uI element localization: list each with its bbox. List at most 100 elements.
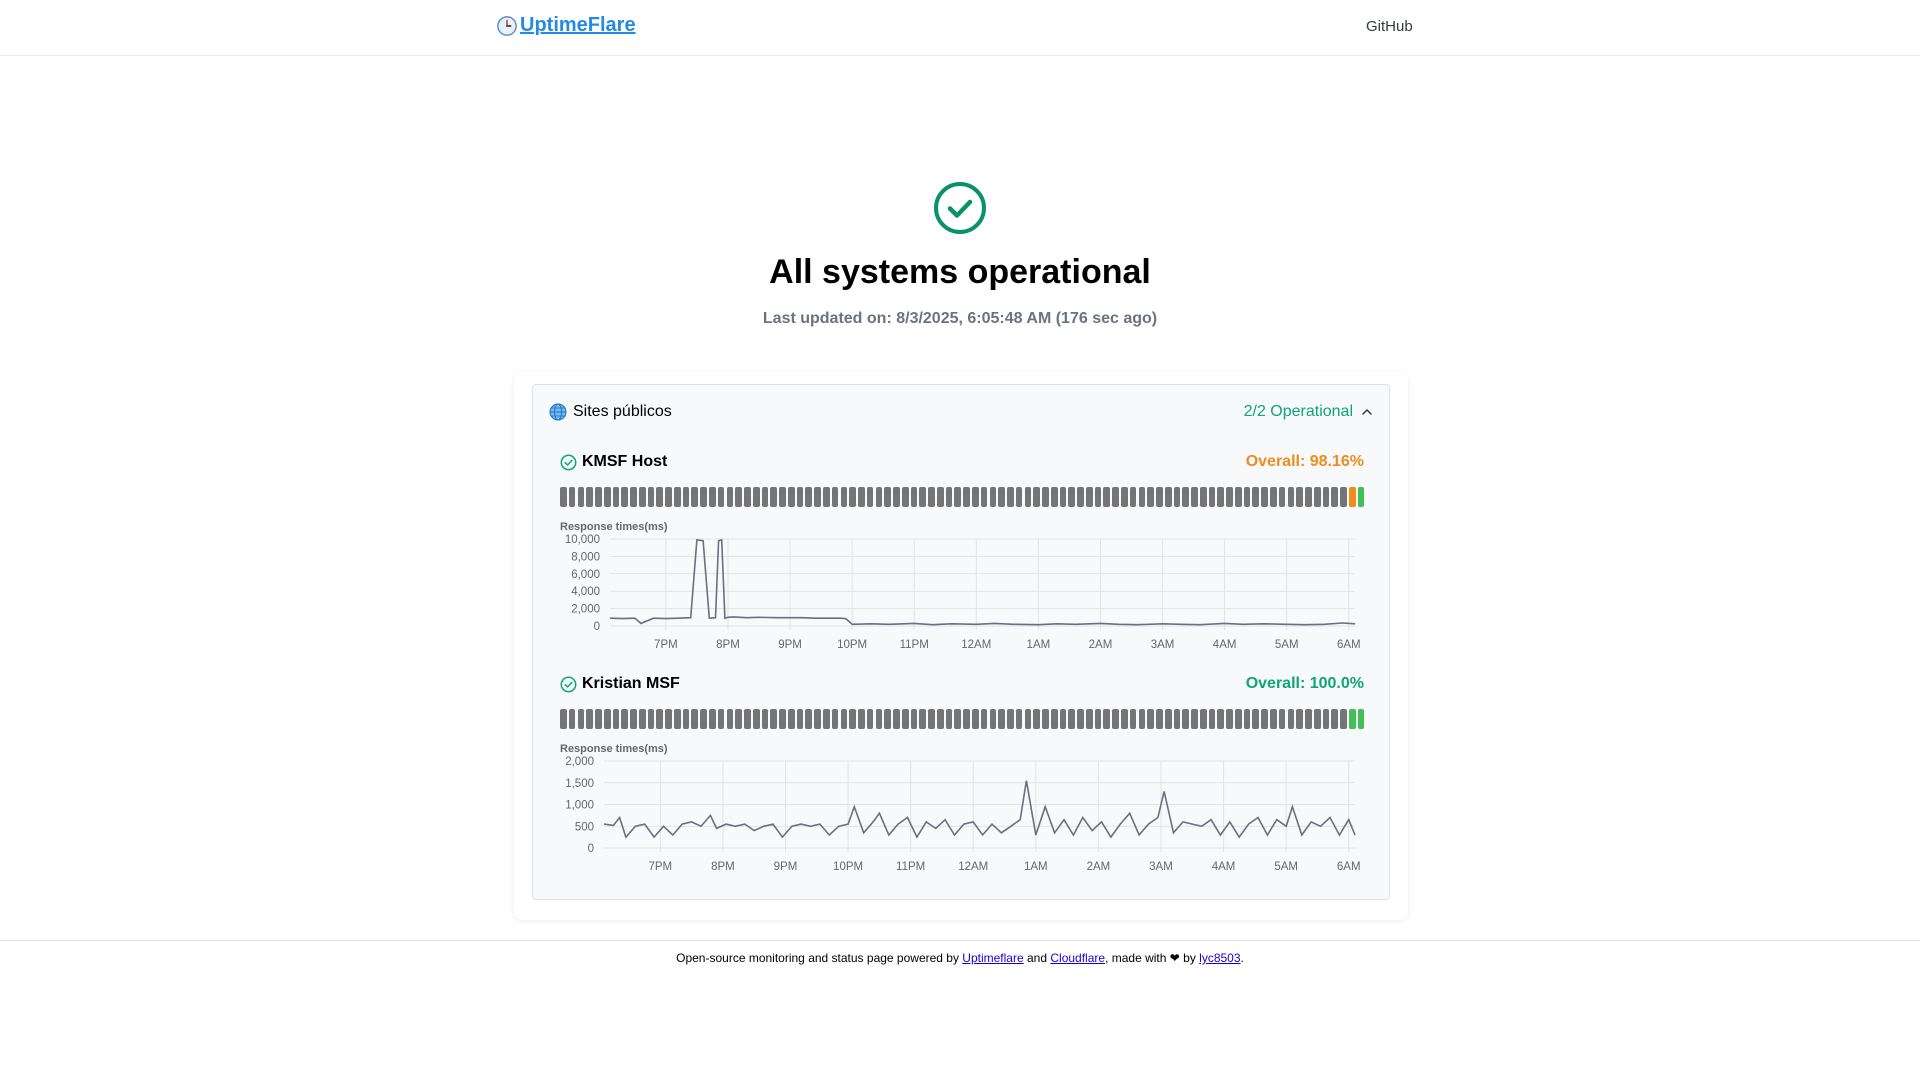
uptime-bar[interactable] [1313, 709, 1321, 729]
uptime-bar[interactable] [1191, 487, 1198, 507]
uptime-bar[interactable] [647, 709, 655, 729]
uptime-bar[interactable] [682, 709, 690, 729]
uptime-bar[interactable] [744, 487, 751, 507]
uptime-bar[interactable] [1208, 487, 1216, 507]
uptime-bar[interactable] [1007, 487, 1014, 507]
uptime-bar[interactable] [761, 709, 769, 729]
uptime-bar[interactable] [595, 487, 602, 507]
uptime-bar[interactable] [779, 487, 786, 507]
uptime-bar[interactable] [656, 487, 664, 507]
uptime-bar[interactable] [700, 709, 707, 729]
uptime-bar[interactable] [586, 709, 593, 729]
uptime-bar[interactable] [1199, 487, 1207, 507]
uptime-bar[interactable] [1261, 487, 1268, 507]
uptime-bar[interactable] [1015, 709, 1023, 729]
uptime-bar[interactable] [638, 487, 646, 507]
uptime-bar[interactable] [980, 709, 988, 729]
uptime-bar[interactable] [1305, 487, 1312, 507]
uptime-bar[interactable] [928, 709, 935, 729]
uptime-bar[interactable] [1296, 709, 1303, 729]
uptime-bar[interactable] [1357, 709, 1365, 729]
group-header[interactable]: Sites públicos 2/2 Operational [549, 401, 1373, 423]
uptime-bar[interactable] [638, 709, 646, 729]
uptime-bar[interactable] [665, 709, 672, 729]
uptime-bar[interactable] [1199, 709, 1207, 729]
uptime-bar[interactable] [936, 487, 944, 507]
uptime-bar[interactable] [656, 709, 664, 729]
uptime-bar[interactable] [1331, 487, 1339, 507]
uptime-bar[interactable] [814, 709, 821, 729]
group-status[interactable]: 2/2 Operational [1244, 403, 1353, 421]
uptime-bar[interactable] [1103, 709, 1111, 729]
uptime-bar[interactable] [858, 709, 865, 729]
uptime-bar[interactable] [779, 709, 786, 729]
uptime-bar[interactable] [1050, 709, 1058, 729]
uptime-bar[interactable] [1121, 709, 1128, 729]
uptime-bar[interactable] [1182, 487, 1190, 507]
uptime-bar[interactable] [1234, 487, 1242, 507]
uptime-bar[interactable] [726, 487, 734, 507]
uptime-bar[interactable] [805, 487, 813, 507]
uptime-bar[interactable] [928, 487, 935, 507]
uptime-bar[interactable] [717, 709, 725, 729]
uptime-bar[interactable] [945, 487, 953, 507]
uptime-bar[interactable] [875, 709, 883, 729]
uptime-bar[interactable] [1340, 487, 1347, 507]
uptime-bar[interactable] [1322, 709, 1330, 729]
uptime-bar[interactable] [910, 709, 918, 729]
uptime-bar[interactable] [1270, 487, 1277, 507]
uptime-bar[interactable] [963, 487, 970, 507]
uptime-bar[interactable] [709, 487, 716, 507]
uptime-bar[interactable] [630, 487, 637, 507]
uptime-bar[interactable] [1015, 487, 1023, 507]
uptime-bar[interactable] [971, 709, 979, 729]
uptime-bar[interactable] [884, 709, 891, 729]
uptime-bar[interactable] [673, 709, 681, 729]
uptimeflare-link[interactable]: Uptimeflare [962, 951, 1023, 965]
uptime-bar[interactable] [1077, 709, 1084, 729]
uptime-bar[interactable] [910, 487, 918, 507]
uptime-bar[interactable] [691, 487, 699, 507]
uptime-bar[interactable] [1050, 487, 1058, 507]
uptime-bar[interactable] [612, 487, 620, 507]
uptime-bar[interactable] [1085, 487, 1093, 507]
uptime-bar[interactable] [673, 487, 681, 507]
uptime-bar[interactable] [971, 487, 979, 507]
uptime-bar[interactable] [998, 487, 1005, 507]
uptime-bar[interactable] [954, 709, 962, 729]
uptime-bar[interactable] [1007, 709, 1014, 729]
uptime-bar[interactable] [919, 709, 927, 729]
uptime-bar[interactable] [919, 487, 927, 507]
uptime-bar[interactable] [1313, 487, 1321, 507]
uptime-bar[interactable] [665, 487, 672, 507]
uptime-bar[interactable] [1191, 709, 1198, 729]
uptime-bar[interactable] [814, 487, 821, 507]
uptime-bar[interactable] [822, 709, 830, 729]
uptime-bar[interactable] [560, 709, 567, 729]
uptime-bar[interactable] [1340, 709, 1347, 729]
uptime-bar[interactable] [735, 709, 742, 729]
uptime-bar[interactable] [560, 487, 567, 507]
uptime-bar[interactable] [1348, 709, 1356, 729]
uptime-bar[interactable] [682, 487, 690, 507]
uptime-bar[interactable] [1217, 487, 1225, 507]
uptime-bar[interactable] [568, 709, 576, 729]
uptime-bar[interactable] [1234, 709, 1242, 729]
uptime-bar[interactable] [603, 487, 611, 507]
uptime-bar[interactable] [954, 487, 962, 507]
uptime-bar[interactable] [805, 709, 813, 729]
uptime-bar[interactable] [1243, 709, 1251, 729]
brand-link[interactable]: UptimeFlare [496, 14, 636, 37]
uptime-bar[interactable] [1322, 487, 1330, 507]
uptime-bar[interactable] [1173, 487, 1181, 507]
uptime-bar[interactable] [1173, 709, 1181, 729]
uptime-bar[interactable] [1156, 487, 1163, 507]
uptime-bar[interactable] [586, 487, 593, 507]
uptime-bar[interactable] [1138, 709, 1146, 729]
uptime-bar[interactable] [796, 709, 804, 729]
uptime-bar[interactable] [717, 487, 725, 507]
uptime-bar[interactable] [1112, 709, 1119, 729]
uptime-bar[interactable] [1068, 487, 1076, 507]
uptime-bar[interactable] [945, 709, 953, 729]
uptime-bar[interactable] [840, 487, 848, 507]
